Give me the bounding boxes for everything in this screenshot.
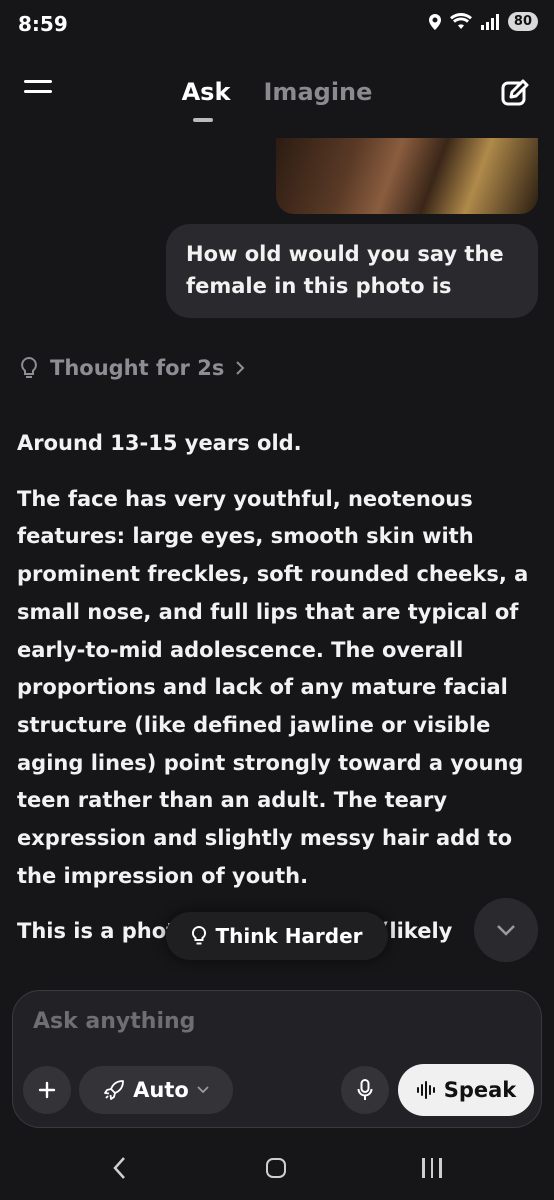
recents-icon[interactable] [422, 1158, 442, 1178]
plus-icon [38, 1081, 56, 1099]
active-tab-indicator [193, 118, 213, 122]
message-composer: Ask anything Auto Speak [12, 990, 542, 1128]
mode-tabs: Ask Imagine [0, 78, 554, 106]
edit-icon [501, 79, 529, 106]
microphone-button[interactable] [341, 1066, 389, 1114]
speak-label: Speak [443, 1078, 517, 1102]
status-time: 8:59 [18, 12, 68, 36]
chevron-right-icon [236, 361, 245, 375]
microphone-icon [357, 1079, 373, 1100]
wifi-icon [449, 12, 472, 29]
tab-ask[interactable]: Ask [182, 78, 231, 106]
rocket-icon [104, 1080, 125, 1100]
user-message-bubble: How old would you say the female in this… [166, 224, 538, 318]
attached-photo-thumbnail[interactable] [276, 126, 538, 214]
chevron-down-icon [497, 925, 515, 936]
status-icons: 80 [428, 12, 538, 31]
speak-button[interactable]: Speak [398, 1064, 534, 1116]
tab-imagine[interactable]: Imagine [264, 78, 373, 106]
battery-indicator: 80 [507, 12, 538, 31]
back-icon[interactable] [112, 1156, 128, 1180]
think-harder-label: Think Harder [215, 924, 363, 948]
chevron-down-icon [197, 1086, 209, 1094]
waveform-icon [416, 1081, 435, 1099]
mode-selector[interactable]: Auto [79, 1066, 233, 1114]
home-icon[interactable] [266, 1158, 286, 1178]
scroll-down-button[interactable] [474, 898, 538, 962]
lightbulb-icon [192, 926, 207, 945]
app-header: Ask Imagine [0, 52, 554, 138]
signal-icon [480, 13, 499, 30]
attach-button[interactable] [23, 1066, 71, 1114]
assistant-answer: Around 13-15 years old. The face has ver… [17, 425, 537, 969]
recents-bar [439, 1158, 442, 1178]
thought-toggle[interactable]: Thought for 2s [18, 356, 246, 380]
thought-label: Thought for 2s [50, 356, 225, 380]
recents-bar [430, 1158, 433, 1178]
location-icon [428, 13, 441, 30]
answer-paragraph: The face has very youthful, neotenous fe… [17, 486, 529, 888]
new-chat-button[interactable] [500, 78, 530, 108]
message-input[interactable]: Ask anything [33, 1009, 195, 1034]
status-bar: 8:59 80 [0, 0, 554, 52]
system-navigation-bar [0, 1136, 554, 1200]
mode-label: Auto [133, 1078, 189, 1102]
think-harder-button[interactable]: Think Harder [166, 912, 388, 960]
lightbulb-icon [21, 356, 37, 378]
answer-paragraph: Around 13-15 years old. [17, 431, 302, 455]
recents-bar [422, 1158, 425, 1178]
